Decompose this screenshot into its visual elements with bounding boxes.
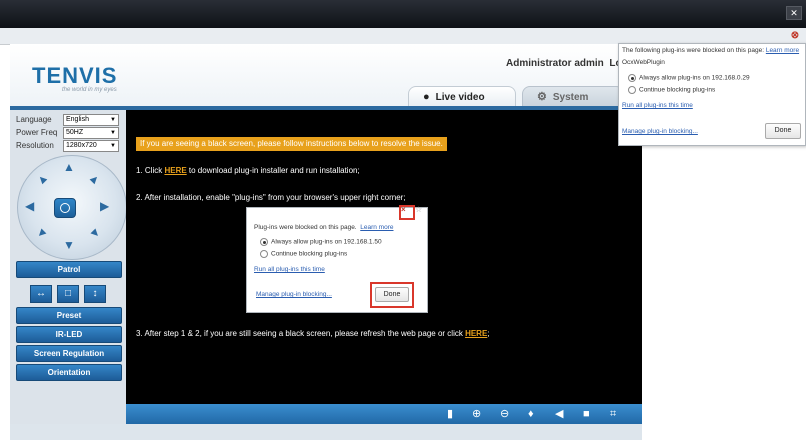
microphone-icon[interactable]: ♦ [528,404,534,424]
language-label: Language [16,115,52,124]
ptz-left-arrow-icon[interactable]: ◀ [25,199,34,213]
star-icon: ☆ [415,205,423,214]
inner-done-button[interactable]: Done [375,287,409,302]
ptz-right-arrow-icon[interactable]: ▶ [100,199,109,213]
dropdown-arrow-icon: ▼ [110,117,116,123]
browser-option-block[interactable]: Continue blocking plug-ins [628,86,715,94]
ptz-up-arrow-icon[interactable]: ▲ [63,160,75,174]
step-text: to download plug-in installer and run in… [186,166,360,175]
learn-more-link[interactable]: Learn more [360,224,393,231]
step-text: 3. After step 1 & 2, if you are still se… [136,329,466,338]
ptz-center-button[interactable] [54,198,76,218]
power-freq-label: Power Freq [16,128,58,137]
tab-system-settings[interactable]: ⚙System Settings [522,86,624,123]
plugin-blocked-icon: × [401,205,406,214]
power-freq-select[interactable]: 50HZ ▼ [63,127,119,139]
gear-icon: ⚙ [537,91,547,103]
language-select[interactable]: English ▼ [63,114,119,126]
manage-blocking-link[interactable]: Manage plug-in blocking... [256,291,332,298]
vertical-flip-button[interactable]: ↕ [84,285,106,303]
zoom-in-icon[interactable]: ⊕ [472,404,481,424]
ptz-down-arrow-icon[interactable]: ▼ [63,238,75,252]
option-allow-label: Always allow plug-ins on 192.168.1.50 [271,238,382,246]
brand-logo: TENVIS [32,63,118,88]
instruction-step-3: 3. After step 1 & 2, if you are still se… [136,329,490,338]
browser-done-button[interactable]: Done [765,123,801,139]
radio-selected-icon [260,238,268,246]
window-titlebar [0,0,806,28]
blocked-plugin-name: OcxWebPlugin [622,59,665,66]
fullscreen-icon[interactable]: ⌗ [610,404,616,424]
record-icon[interactable]: ■ [583,404,590,424]
instruction-step-1: 1. Click HERE to download plug-in instal… [136,166,360,175]
browser-option-block-label: Continue blocking plug-ins [639,86,716,94]
page-footer [10,424,642,440]
horizontal-flip-button[interactable]: ↔ [30,285,52,303]
option-allow[interactable]: Always allow plug-ins on 192.168.1.50 [260,238,382,246]
user-info: Administrator admin Log [506,58,628,69]
brand-tagline: the world in my eyes [62,87,117,93]
radio-unselected-icon [260,250,268,258]
ptz-center-icon [60,203,70,213]
radio-selected-icon [628,74,636,82]
video-control-bar [126,404,642,424]
browser-option-allow[interactable]: Always allow plug-ins on 192.168.0.29 [628,74,750,82]
speaker-icon[interactable]: ◀ [555,404,563,424]
snapshot-icon[interactable]: ▮ [447,404,453,424]
camera-icon: ● [423,91,430,103]
plugin-blocked-icon[interactable]: ⊗ [790,31,800,41]
download-link[interactable]: HERE [164,166,186,175]
resolution-value: 1280x720 [66,142,97,149]
resolution-label: Resolution [16,141,54,150]
warning-banner: If you are seeing a black screen, please… [136,137,447,151]
popup-message-text: Plug-ins were blocked on this page. [254,224,357,231]
browser-option-allow-label: Always allow plug-ins on 192.168.0.29 [639,74,750,82]
window-close-button[interactable]: ✕ [786,6,802,20]
preset-button[interactable]: Preset [16,307,122,324]
orientation-button[interactable]: Orientation [16,364,122,381]
step-text: ; [487,329,490,338]
user-name: Administrator admin [506,58,604,69]
browser-popup-message-text: The following plug-ins were blocked on t… [622,47,765,54]
browser-learn-more-link[interactable]: Learn more [766,47,799,54]
run-all-link[interactable]: Run all plug-ins this time [254,266,325,273]
tab-live-video[interactable]: ● Live video [408,86,516,107]
zoom-out-icon[interactable]: ⊖ [500,404,509,424]
browser-popup-message: The following plug-ins were blocked on t… [622,47,799,54]
step-text: 1. Click [136,166,165,175]
tab-label: Live video [435,92,485,103]
dropdown-arrow-icon: ▼ [110,143,116,149]
power-freq-value: 50HZ [66,129,84,136]
popup-message: Plug-ins were blocked on this page. Lear… [254,224,394,231]
browser-manage-blocking-link[interactable]: Manage plug-in blocking... [622,128,698,135]
language-value: English [66,116,89,123]
ir-led-button[interactable]: IR-LED [16,326,122,343]
resolution-select[interactable]: 1280x720 ▼ [63,140,119,152]
radio-unselected-icon [628,86,636,94]
screen-regulation-button[interactable]: Screen Regulation [16,345,122,362]
patrol-button[interactable]: Patrol [16,261,122,278]
instruction-step-2: 2. After installation, enable "plug-ins"… [136,193,406,202]
stop-button[interactable]: □ [57,285,79,303]
option-block[interactable]: Continue blocking plug-ins [260,250,347,258]
dropdown-arrow-icon: ▼ [110,130,116,136]
browser-run-all-link[interactable]: Run all plug-ins this time [622,102,693,109]
refresh-link[interactable]: HERE [465,329,487,338]
option-block-label: Continue blocking plug-ins [271,250,348,258]
